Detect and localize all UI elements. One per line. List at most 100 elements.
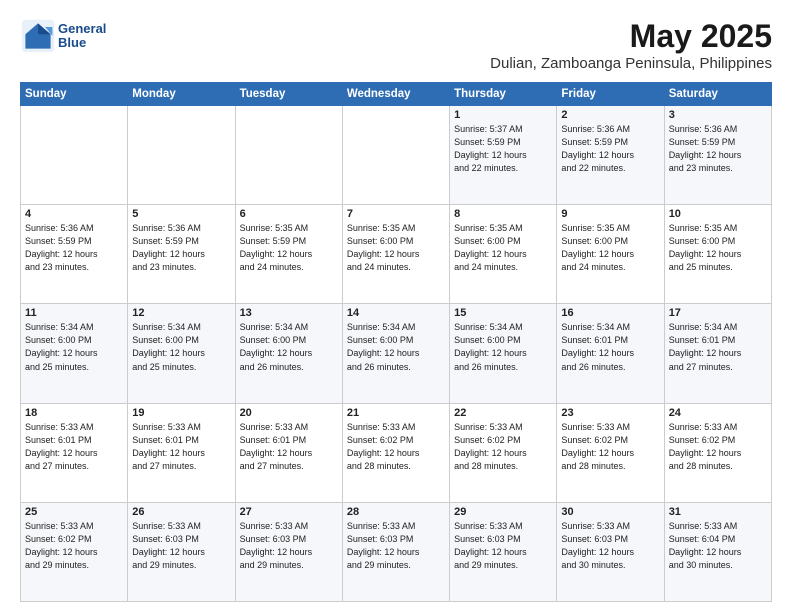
weekday-row: SundayMondayTuesdayWednesdayThursdayFrid… xyxy=(21,83,772,106)
calendar-cell: 20 Sunrise: 5:33 AM Sunset: 6:01 PM Dayli… xyxy=(235,403,342,502)
day-info: Sunrise: 5:33 AM Sunset: 6:02 PM Dayligh… xyxy=(25,520,123,572)
weekday-header: Wednesday xyxy=(342,83,449,106)
day-info: Sunrise: 5:34 AM Sunset: 6:01 PM Dayligh… xyxy=(669,321,767,373)
day-info: Sunrise: 5:34 AM Sunset: 6:00 PM Dayligh… xyxy=(240,321,338,373)
day-info: Sunrise: 5:35 AM Sunset: 6:00 PM Dayligh… xyxy=(347,222,445,274)
calendar-cell: 27 Sunrise: 5:33 AM Sunset: 6:03 PM Dayli… xyxy=(235,502,342,601)
day-number: 18 xyxy=(25,407,123,419)
day-number: 29 xyxy=(454,506,552,518)
day-info: Sunrise: 5:34 AM Sunset: 6:00 PM Dayligh… xyxy=(132,321,230,373)
day-number: 20 xyxy=(240,407,338,419)
calendar-cell: 5 Sunrise: 5:36 AM Sunset: 5:59 PM Daylig… xyxy=(128,205,235,304)
day-number: 1 xyxy=(454,109,552,121)
calendar-cell: 15 Sunrise: 5:34 AM Sunset: 6:00 PM Dayli… xyxy=(450,304,557,403)
header: General Blue May 2025 Dulian, Zamboanga … xyxy=(20,18,772,72)
day-info: Sunrise: 5:35 AM Sunset: 6:00 PM Dayligh… xyxy=(561,222,659,274)
calendar-cell: 4Sunrise: 5:36 AM Sunset: 5:59 PM Daylig… xyxy=(21,205,128,304)
calendar-cell: 28Sunrise: 5:33 AM Sunset: 6:03 PM Dayli… xyxy=(342,502,449,601)
location: Dulian, Zamboanga Peninsula, Philippines xyxy=(490,55,772,72)
day-number: 27 xyxy=(240,506,338,518)
weekday-header: Saturday xyxy=(664,83,771,106)
calendar-cell: 25Sunrise: 5:33 AM Sunset: 6:02 PM Dayli… xyxy=(21,502,128,601)
day-number: 17 xyxy=(669,307,767,319)
day-number: 22 xyxy=(454,407,552,419)
day-number: 19 xyxy=(132,407,230,419)
day-info: Sunrise: 5:33 AM Sunset: 6:03 PM Dayligh… xyxy=(132,520,230,572)
week-row: 1Sunrise: 5:37 AM Sunset: 5:59 PM Daylig… xyxy=(21,106,772,205)
day-number: 3 xyxy=(669,109,767,121)
day-number: 15 xyxy=(454,307,552,319)
calendar-cell: 14 Sunrise: 5:34 AM Sunset: 6:00 PM Dayli… xyxy=(342,304,449,403)
calendar-cell: 22 Sunrise: 5:33 AM Sunset: 6:02 PM Dayli… xyxy=(450,403,557,502)
day-number: 8 xyxy=(454,208,552,220)
day-number: 6 xyxy=(240,208,338,220)
day-info: Sunrise: 5:34 AM Sunset: 6:00 PM Dayligh… xyxy=(347,321,445,373)
day-info: Sunrise: 5:33 AM Sunset: 6:01 PM Dayligh… xyxy=(240,421,338,473)
weekday-header: Thursday xyxy=(450,83,557,106)
calendar-cell: 2Sunrise: 5:36 AM Sunset: 5:59 PM Daylig… xyxy=(557,106,664,205)
logo-icon xyxy=(20,18,56,54)
day-info: Sunrise: 5:36 AM Sunset: 5:59 PM Dayligh… xyxy=(669,123,767,175)
week-row: 18 Sunrise: 5:33 AM Sunset: 6:01 PM Dayli… xyxy=(21,403,772,502)
day-info: Sunrise: 5:33 AM Sunset: 6:02 PM Dayligh… xyxy=(561,421,659,473)
calendar-cell: 3 Sunrise: 5:36 AM Sunset: 5:59 PM Daylig… xyxy=(664,106,771,205)
day-info: Sunrise: 5:34 AM Sunset: 6:00 PM Dayligh… xyxy=(454,321,552,373)
calendar-cell: 9 Sunrise: 5:35 AM Sunset: 6:00 PM Daylig… xyxy=(557,205,664,304)
logo-text: General Blue xyxy=(58,22,106,51)
day-info: Sunrise: 5:33 AM Sunset: 6:01 PM Dayligh… xyxy=(25,421,123,473)
day-info: Sunrise: 5:34 AM Sunset: 6:00 PM Dayligh… xyxy=(25,321,123,373)
day-info: Sunrise: 5:35 AM Sunset: 5:59 PM Dayligh… xyxy=(240,222,338,274)
day-info: Sunrise: 5:35 AM Sunset: 6:00 PM Dayligh… xyxy=(669,222,767,274)
calendar-cell xyxy=(342,106,449,205)
weekday-header: Sunday xyxy=(21,83,128,106)
calendar-cell xyxy=(128,106,235,205)
calendar-cell: 6 Sunrise: 5:35 AM Sunset: 5:59 PM Daylig… xyxy=(235,205,342,304)
day-number: 26 xyxy=(132,506,230,518)
calendar-cell: 19Sunrise: 5:33 AM Sunset: 6:01 PM Dayli… xyxy=(128,403,235,502)
calendar-cell: 26 Sunrise: 5:33 AM Sunset: 6:03 PM Dayli… xyxy=(128,502,235,601)
weekday-header: Tuesday xyxy=(235,83,342,106)
logo-line2: Blue xyxy=(58,36,106,50)
logo: General Blue xyxy=(20,18,106,54)
day-info: Sunrise: 5:36 AM Sunset: 5:59 PM Dayligh… xyxy=(25,222,123,274)
title-block: May 2025 Dulian, Zamboanga Peninsula, Ph… xyxy=(490,18,772,72)
day-number: 31 xyxy=(669,506,767,518)
weekday-header: Monday xyxy=(128,83,235,106)
calendar-table: SundayMondayTuesdayWednesdayThursdayFrid… xyxy=(20,82,772,602)
day-number: 5 xyxy=(132,208,230,220)
weekday-header: Friday xyxy=(557,83,664,106)
calendar-body: 1Sunrise: 5:37 AM Sunset: 5:59 PM Daylig… xyxy=(21,106,772,602)
calendar-cell: 18 Sunrise: 5:33 AM Sunset: 6:01 PM Dayli… xyxy=(21,403,128,502)
week-row: 25Sunrise: 5:33 AM Sunset: 6:02 PM Dayli… xyxy=(21,502,772,601)
day-number: 7 xyxy=(347,208,445,220)
day-info: Sunrise: 5:33 AM Sunset: 6:04 PM Dayligh… xyxy=(669,520,767,572)
day-number: 13 xyxy=(240,307,338,319)
day-info: Sunrise: 5:33 AM Sunset: 6:03 PM Dayligh… xyxy=(347,520,445,572)
day-info: Sunrise: 5:33 AM Sunset: 6:02 PM Dayligh… xyxy=(669,421,767,473)
calendar-cell: 11Sunrise: 5:34 AM Sunset: 6:00 PM Dayli… xyxy=(21,304,128,403)
calendar-cell: 16Sunrise: 5:34 AM Sunset: 6:01 PM Dayli… xyxy=(557,304,664,403)
day-info: Sunrise: 5:35 AM Sunset: 6:00 PM Dayligh… xyxy=(454,222,552,274)
day-number: 10 xyxy=(669,208,767,220)
day-info: Sunrise: 5:34 AM Sunset: 6:01 PM Dayligh… xyxy=(561,321,659,373)
calendar-cell: 17 Sunrise: 5:34 AM Sunset: 6:01 PM Dayli… xyxy=(664,304,771,403)
calendar-header: SundayMondayTuesdayWednesdayThursdayFrid… xyxy=(21,83,772,106)
day-number: 30 xyxy=(561,506,659,518)
day-number: 9 xyxy=(561,208,659,220)
calendar-cell: 30Sunrise: 5:33 AM Sunset: 6:03 PM Dayli… xyxy=(557,502,664,601)
calendar-cell: 1Sunrise: 5:37 AM Sunset: 5:59 PM Daylig… xyxy=(450,106,557,205)
calendar-cell: 10 Sunrise: 5:35 AM Sunset: 6:00 PM Dayli… xyxy=(664,205,771,304)
day-info: Sunrise: 5:33 AM Sunset: 6:03 PM Dayligh… xyxy=(454,520,552,572)
day-number: 14 xyxy=(347,307,445,319)
day-info: Sunrise: 5:33 AM Sunset: 6:03 PM Dayligh… xyxy=(240,520,338,572)
day-number: 23 xyxy=(561,407,659,419)
calendar-cell: 24 Sunrise: 5:33 AM Sunset: 6:02 PM Dayli… xyxy=(664,403,771,502)
calendar-cell: 12 Sunrise: 5:34 AM Sunset: 6:00 PM Dayli… xyxy=(128,304,235,403)
day-number: 24 xyxy=(669,407,767,419)
day-number: 21 xyxy=(347,407,445,419)
day-info: Sunrise: 5:36 AM Sunset: 5:59 PM Dayligh… xyxy=(561,123,659,175)
day-number: 12 xyxy=(132,307,230,319)
logo-line1: General xyxy=(58,22,106,36)
day-info: Sunrise: 5:36 AM Sunset: 5:59 PM Dayligh… xyxy=(132,222,230,274)
day-info: Sunrise: 5:33 AM Sunset: 6:02 PM Dayligh… xyxy=(454,421,552,473)
